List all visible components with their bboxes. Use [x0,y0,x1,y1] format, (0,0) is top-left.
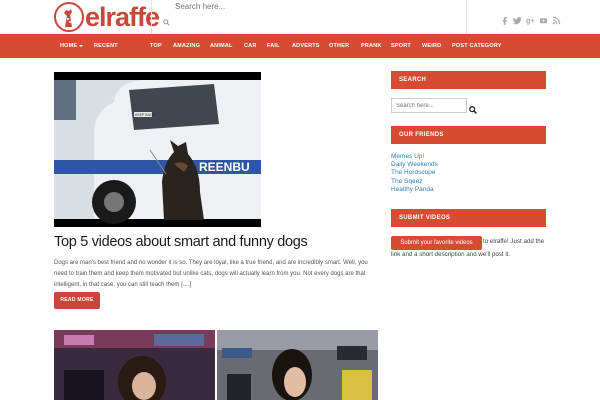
nav-item-sport[interactable]: SPORT [391,34,411,58]
facebook-icon[interactable] [500,12,509,25]
rss-icon[interactable] [552,12,561,25]
search-icon[interactable] [469,101,477,114]
main-navigation: HOME RECENT TOP AMAZING ANIMAL CAR FAIL … [0,34,600,58]
next-post-image-left[interactable] [54,330,215,400]
friend-link[interactable]: The Horoscope [391,169,438,177]
chevron-down-icon [79,44,84,47]
nav-item-fail[interactable]: FAIL [267,34,280,58]
friend-link[interactable]: The Sqeez [391,178,438,186]
post-excerpt: Dogs are man's best friend and no wonder… [54,260,368,288]
nav-item-recent[interactable]: RECENT [94,34,118,58]
read-more-button[interactable]: READ MORE [54,292,100,309]
nav-item-amazing[interactable]: AMAZING [173,34,200,58]
header-divider [151,0,152,34]
post-featured-image[interactable]: KEEP BACK REENBU [54,72,261,227]
logo-text: elraffe [85,2,160,32]
header-divider [466,0,467,34]
next-post-image-right[interactable] [217,330,378,400]
social-links: g+ [500,12,561,25]
nav-item-adverts[interactable]: ADVERTS [292,34,320,58]
post-title[interactable]: Top 5 videos about smart and funny dogs [54,234,308,250]
sidebar-search-title: SEARCH [391,71,546,89]
friend-link[interactable]: Healthy Panda [391,186,438,194]
nav-item-top[interactable]: TOP [150,34,162,58]
newsroom-image-right [217,330,378,400]
site-logo[interactable]: elraffe [54,1,160,33]
nav-item-weird[interactable]: WEIRD [422,34,441,58]
sidebar-search-input[interactable] [391,98,467,113]
twitter-icon[interactable] [513,12,522,25]
nav-item-post-category[interactable]: POST CATEGORY [452,34,502,58]
image-door-text: KEEP BACK [135,113,155,117]
nav-item-car[interactable]: CAR [244,34,257,58]
giraffe-logo-icon [54,2,84,32]
search-icon[interactable] [163,13,170,31]
site-header: elraffe g+ [0,0,600,34]
nav-item-home[interactable]: HOME [60,34,84,58]
youtube-icon[interactable] [539,12,548,24]
sidebar-submit-title: SUBMIT VIDEOS [391,209,546,227]
friends-list: Memes Up! Daily Weekends The Horoscope T… [391,153,438,194]
submit-videos-button[interactable]: Submit your favorite videos [391,236,482,250]
google-plus-icon[interactable]: g+ [526,12,535,25]
police-car-dog-image: KEEP BACK REENBU [54,72,261,227]
svg-text:g+: g+ [526,16,535,25]
nav-item-other[interactable]: OTHER [329,34,349,58]
image-side-text: REENBU [199,160,250,174]
sidebar-friends-title: OUR FRIENDS [391,126,546,144]
nav-item-animal[interactable]: ANIMAL [210,34,233,58]
nav-item-prank[interactable]: PRANK [361,34,382,58]
header-search-input[interactable] [175,0,455,14]
newsroom-image-left [54,330,215,400]
nav-item-label: HOME [60,43,78,49]
header-search [163,0,463,34]
friend-link[interactable]: Daily Weekends [391,161,438,169]
friend-link[interactable]: Memes Up! [391,153,438,161]
